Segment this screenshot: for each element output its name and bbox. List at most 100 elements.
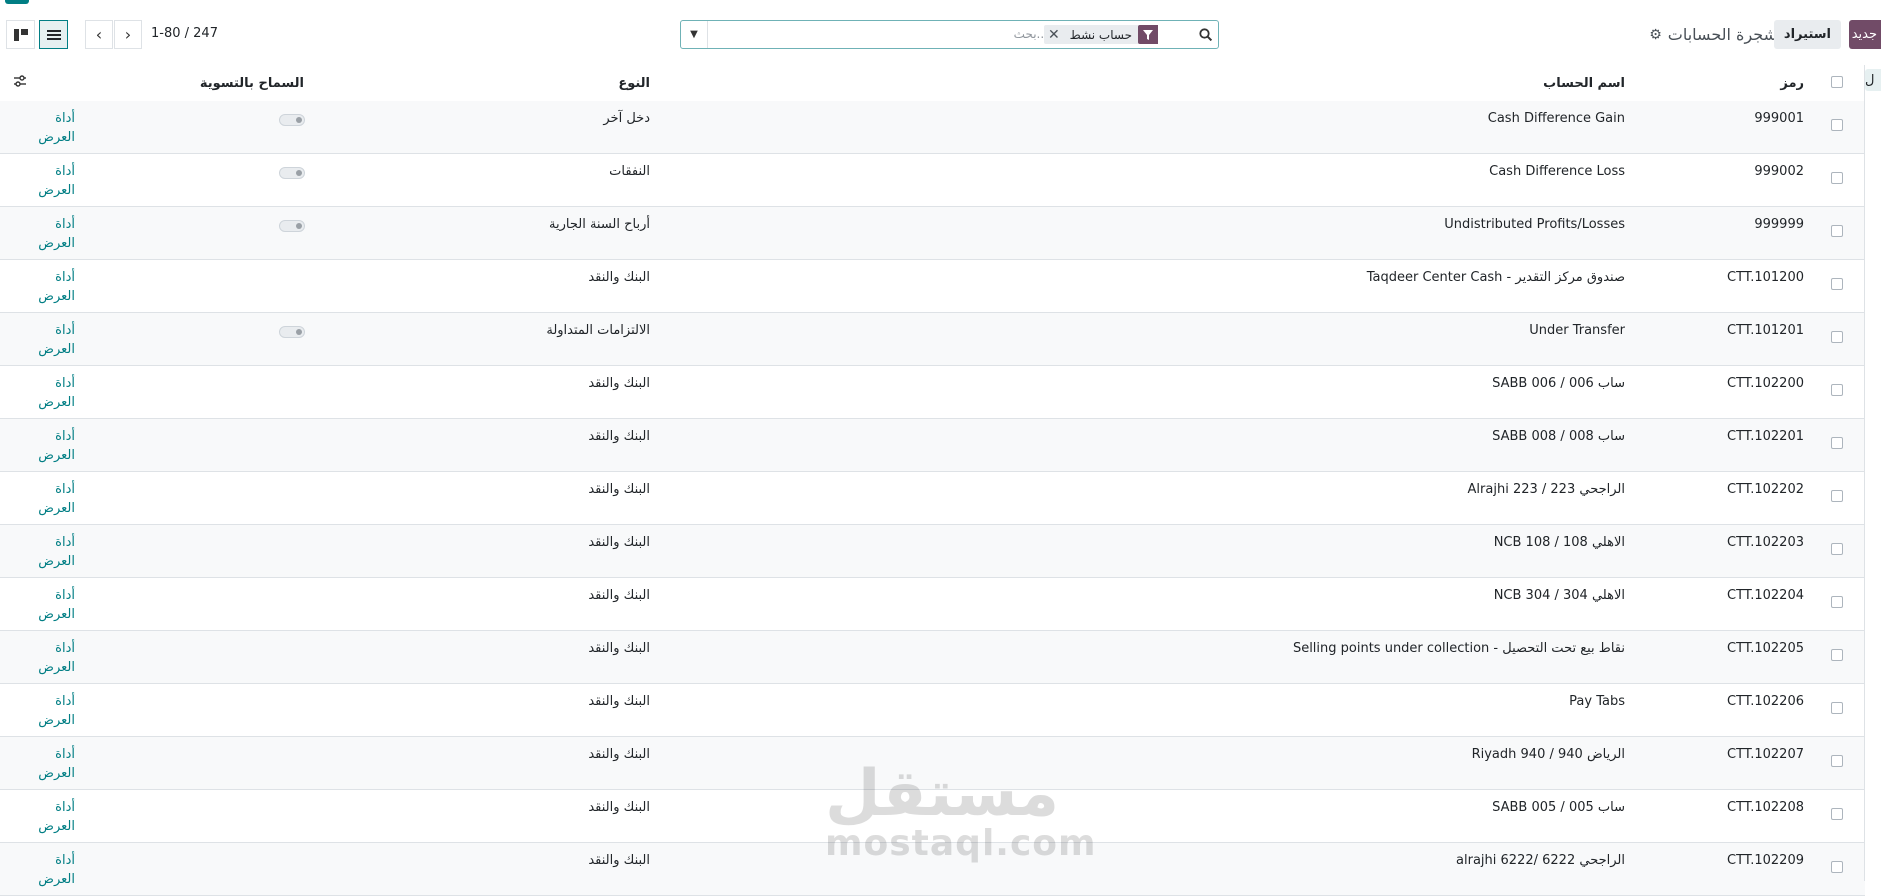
- row-checkbox[interactable]: [1831, 808, 1843, 820]
- reconcile-toggle[interactable]: [279, 114, 305, 126]
- row-checkbox[interactable]: [1831, 702, 1843, 714]
- list-view-button[interactable]: [39, 20, 68, 49]
- reconcile-toggle[interactable]: [279, 326, 305, 338]
- account-name: Alrajhi 223 / الراجحي 223: [1467, 482, 1625, 497]
- account-type: أرباح السنة الجارية: [549, 217, 650, 232]
- account-code: CTT.102207: [1727, 747, 1804, 762]
- table-row[interactable]: 999002 Cash Difference Loss النفقات أداة ال…: [0, 154, 1865, 207]
- pager-next-button[interactable]: ›: [114, 20, 142, 49]
- view-tool-link[interactable]: أداة العرض: [37, 798, 75, 836]
- pager-value[interactable]: 1-80 / 247: [151, 26, 218, 41]
- account-type: النفقات: [609, 164, 650, 179]
- account-code: CTT.102209: [1727, 853, 1804, 868]
- view-tool-link[interactable]: أداة العرض: [37, 215, 75, 253]
- account-code: CTT.101200: [1727, 270, 1804, 285]
- account-name: Selling points under collection - نقاط ب…: [1292, 641, 1625, 656]
- table-row[interactable]: CTT.102203 NCB 108 / الاهلي 108 البنك والن…: [0, 525, 1865, 578]
- account-type: البنك والنقد: [588, 270, 650, 285]
- view-tool-link[interactable]: أداة العرض: [37, 162, 75, 200]
- search-bar[interactable]: ▼ بحث... ✕ حساب نشط: [680, 20, 1219, 49]
- table-row[interactable]: CTT.102204 NCB 304 / الاهلي 304 البنك والن…: [0, 578, 1865, 631]
- page-title: شجرة الحسابات: [1667, 25, 1777, 44]
- row-checkbox[interactable]: [1831, 119, 1843, 131]
- side-tab[interactable]: ل: [1865, 69, 1881, 91]
- account-type: البنك والنقد: [588, 376, 650, 391]
- account-name: NCB 108 / الاهلي 108: [1493, 535, 1625, 550]
- kanban-view-button[interactable]: [6, 20, 35, 49]
- account-code: CTT.102208: [1727, 800, 1804, 815]
- account-name: alrajhi 6222/ الراجحي 6222: [1456, 853, 1625, 868]
- account-type: البنك والنقد: [588, 747, 650, 762]
- table-row[interactable]: CTT.102202 Alrajhi 223 / الراجحي 223 البنك…: [0, 472, 1865, 525]
- list-header: رمز اسم الحساب النوع السماح بالتسوية: [0, 65, 1865, 102]
- row-checkbox[interactable]: [1831, 596, 1843, 608]
- import-button[interactable]: استيراد: [1773, 20, 1841, 49]
- watermark-latin: mostaql.com: [825, 823, 1097, 864]
- row-checkbox[interactable]: [1831, 543, 1843, 555]
- reconcile-toggle[interactable]: [279, 167, 305, 179]
- view-tool-link[interactable]: أداة العرض: [37, 692, 75, 730]
- row-checkbox[interactable]: [1831, 225, 1843, 237]
- search-button[interactable]: [1192, 21, 1218, 48]
- optional-columns-icon[interactable]: [13, 74, 27, 92]
- account-name: Cash Difference Loss: [1489, 164, 1625, 179]
- column-header-type[interactable]: النوع: [618, 76, 650, 91]
- column-header-name[interactable]: اسم الحساب: [1543, 76, 1625, 91]
- caret-down-icon: ▼: [690, 29, 698, 40]
- account-code: CTT.102204: [1727, 588, 1804, 603]
- facet-remove-icon[interactable]: ✕: [1044, 27, 1064, 43]
- table-row[interactable]: CTT.102201 SABB 008 / ساب 008 البنك والنقد…: [0, 419, 1865, 472]
- view-tool-link[interactable]: أداة العرض: [37, 268, 75, 306]
- gear-icon[interactable]: ⚙: [1649, 27, 1662, 43]
- account-code: CTT.102201: [1727, 429, 1804, 444]
- view-tool-link[interactable]: أداة العرض: [37, 321, 75, 359]
- reconcile-toggle[interactable]: [279, 220, 305, 232]
- table-row[interactable]: CTT.102200 SABB 006 / ساب 006 البنك والنقد…: [0, 366, 1865, 419]
- row-checkbox[interactable]: [1831, 861, 1843, 873]
- view-tool-link[interactable]: أداة العرض: [37, 109, 75, 147]
- row-checkbox[interactable]: [1831, 755, 1843, 767]
- view-tool-link[interactable]: أداة العرض: [37, 851, 75, 889]
- view-tool-link[interactable]: أداة العرض: [37, 586, 75, 624]
- table-row[interactable]: CTT.101201 Under Transfer الالتزامات المتد…: [0, 313, 1865, 366]
- account-code: 999002: [1754, 164, 1804, 179]
- breadcrumb: ⚙ شجرة الحسابات: [1649, 20, 1777, 49]
- view-tool-link[interactable]: أداة العرض: [37, 533, 75, 571]
- table-row[interactable]: CTT.101200 Taqdeer Center Cash - صندوق مر…: [0, 260, 1865, 313]
- table-row[interactable]: CTT.102206 Pay Tabs البنك والنقد أداة العرض: [0, 684, 1865, 737]
- table-row[interactable]: 999001 Cash Difference Gain دخل آخر أداة ال…: [0, 101, 1865, 154]
- account-type: دخل آخر: [603, 111, 650, 126]
- table-row[interactable]: CTT.102205 Selling points under collectio…: [0, 631, 1865, 684]
- account-name: NCB 304 / الاهلي 304: [1493, 588, 1625, 603]
- search-icon: [1198, 28, 1212, 41]
- select-all-checkbox[interactable]: [1831, 76, 1843, 88]
- view-tool-link[interactable]: أداة العرض: [37, 427, 75, 465]
- row-checkbox[interactable]: [1831, 331, 1843, 343]
- row-checkbox[interactable]: [1831, 649, 1843, 661]
- account-name: Riyadh 940 / الرياض 940: [1471, 747, 1625, 762]
- row-checkbox[interactable]: [1831, 490, 1843, 502]
- new-button[interactable]: جديد: [1849, 20, 1881, 49]
- row-checkbox[interactable]: [1831, 384, 1843, 396]
- account-name: Pay Tabs: [1569, 694, 1625, 709]
- search-options-toggle[interactable]: ▼: [681, 21, 708, 48]
- account-code: CTT.101201: [1727, 323, 1804, 338]
- row-checkbox[interactable]: [1831, 278, 1843, 290]
- list-icon: [46, 29, 61, 40]
- column-header-code[interactable]: رمز: [1780, 76, 1804, 91]
- view-tool-link[interactable]: أداة العرض: [37, 480, 75, 518]
- account-code: CTT.102200: [1727, 376, 1804, 391]
- view-tool-link[interactable]: أداة العرض: [37, 745, 75, 783]
- watermark-arabic: مستقل: [825, 757, 1060, 831]
- kanban-icon: [13, 28, 28, 41]
- search-input[interactable]: بحث...: [1014, 27, 1048, 41]
- account-code: 999001: [1754, 111, 1804, 126]
- view-tool-link[interactable]: أداة العرض: [37, 639, 75, 677]
- row-checkbox[interactable]: [1831, 172, 1843, 184]
- account-code: CTT.102205: [1727, 641, 1804, 656]
- table-row[interactable]: 999999 Undistributed Profits/Losses أرباح …: [0, 207, 1865, 260]
- row-checkbox[interactable]: [1831, 437, 1843, 449]
- view-tool-link[interactable]: أداة العرض: [37, 374, 75, 412]
- column-header-reconcile[interactable]: السماح بالتسوية: [200, 76, 304, 91]
- pager-previous-button[interactable]: ‹: [85, 20, 113, 49]
